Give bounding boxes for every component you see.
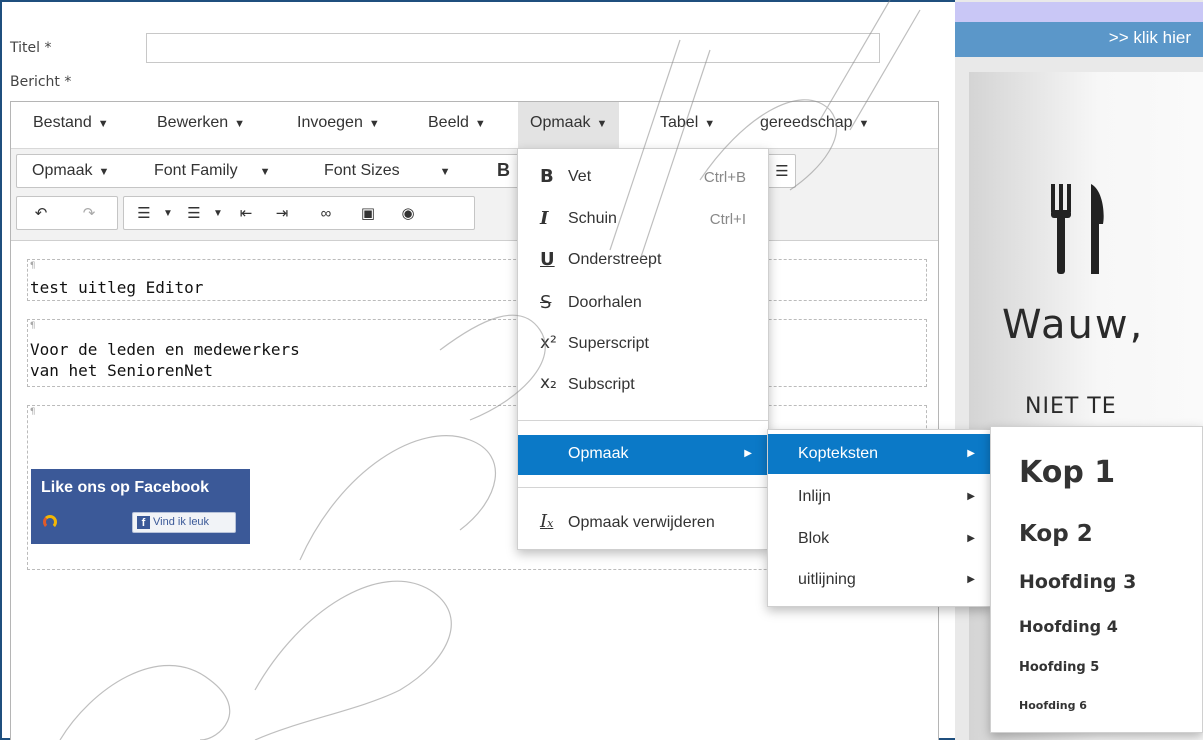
bullet-list-icon[interactable]: ☰ [132,202,156,226]
opmaak-submenu: Kopteksten ▶ Inlijn ▶ Blok ▶ uitlijning … [767,429,992,607]
heading-5-option[interactable]: Hoofding 5 [1019,660,1099,675]
klik-hier-link[interactable]: >> klik hier [1109,28,1191,48]
image-icon[interactable]: ▣ [356,202,380,226]
align-justify-icon[interactable]: ☰ [770,160,794,184]
outdent-icon[interactable]: ⇤ [234,202,258,226]
facebook-like-box: Like ons op Facebook f Vind ik leuk [31,469,250,544]
menu-tabel[interactable]: Tabel ▼ [660,114,715,132]
undo-icon[interactable]: ↶ [29,202,53,226]
paragraph-block[interactable]: ¶ Voor de leden en medewerkers van het S… [27,319,927,387]
bullet-list-dropdown-icon[interactable]: ▼ [156,202,180,226]
menu-item-opmaak-verwijderen[interactable]: Ix Opmaak verwijderen [518,505,768,543]
heading-6-option[interactable]: Hoofding 6 [1019,699,1087,712]
paragraph-marker-icon: ¶ [30,407,36,417]
heading-1-option[interactable]: Kop 1 [1019,455,1115,490]
history-group: ↶ ↷ [16,196,118,230]
menu-opmaak[interactable]: Opmaak ▼ [518,102,620,148]
menu-item-vet[interactable]: B Vet Ctrl+B [518,157,768,195]
menu-item-schuin[interactable]: I Schuin Ctrl+I [518,199,768,237]
rich-text-editor: Bestand ▼ Bewerken ▼ Invoegen ▼ Beeld ▼ Opma… [10,101,939,740]
heading-2-option[interactable]: Kop 2 [1019,521,1093,547]
paragraph-marker-icon: ¶ [30,261,36,271]
editor-menubar: Bestand ▼ Bewerken ▼ Invoegen ▼ Beeld ▼ Opma… [11,102,938,149]
heading-3-option[interactable]: Hoofding 3 [1019,571,1136,593]
chevron-right-icon: ▶ [967,491,975,502]
sidebar-top-strip [955,2,1203,22]
menu-item-onderstreept[interactable]: U Onderstreept [518,241,768,279]
preview-eye-icon[interactable]: ◉ [396,202,420,226]
menu-item-doorhalen[interactable]: S Doorhalen [518,283,768,321]
paragraph-text: test uitleg Editor [30,278,204,297]
menu-separator [518,420,768,421]
kopteksten-submenu: Kop 1 Kop 2 Hoofding 3 Hoofding 4 Hoofdi… [990,426,1203,733]
chevron-right-icon: ▶ [967,533,975,544]
submenu-item-inlijn[interactable]: Inlijn ▶ [768,478,991,516]
menu-bewerken[interactable]: Bewerken ▼ [157,114,245,132]
facebook-like-button[interactable]: f Vind ik leuk [132,512,236,533]
superscript-icon: x² [540,333,557,353]
strikethrough-icon: S [540,292,552,313]
opmaak-dropdown-menu: B Vet Ctrl+B I Schuin Ctrl+I U Onderstre… [517,148,769,550]
titel-input[interactable] [146,33,880,63]
chevron-right-icon: ▶ [967,574,975,585]
font-size-select[interactable]: Font Sizes ▼ [324,162,450,180]
facebook-icon: f [137,516,150,529]
redo-icon[interactable]: ↷ [77,202,101,226]
paragraph-text-line2: van het SeniorenNet [30,361,214,380]
chevron-right-icon: ▶ [744,448,752,459]
menu-item-superscript[interactable]: x² Superscript [518,325,768,363]
menu-item-opmaak-submenu[interactable]: Opmaak ▶ [518,435,768,475]
submenu-item-kopteksten[interactable]: Kopteksten ▶ [768,434,991,474]
numbered-list-dropdown-icon[interactable]: ▼ [206,202,230,226]
menu-separator [518,487,768,488]
numbered-list-icon[interactable]: ☰ [182,202,206,226]
seniorennet-logo-icon [43,515,57,529]
bold-button[interactable]: B [497,160,510,181]
menu-invoegen[interactable]: Invoegen ▼ [297,114,380,132]
chevron-right-icon: ▶ [967,448,975,459]
heading-4-option[interactable]: Hoofding 4 [1019,617,1118,636]
underline-icon: U [540,249,555,270]
paragraph-marker-icon: ¶ [30,321,36,331]
menu-gereedschap[interactable]: gereedschap ▼ [760,114,869,132]
bericht-label: Bericht * [10,74,72,90]
submenu-item-blok[interactable]: Blok ▶ [768,520,991,558]
titel-label: Titel * [10,40,52,56]
submenu-item-uitlijning[interactable]: uitlijning ▶ [768,562,991,600]
menu-beeld[interactable]: Beeld ▼ [428,114,486,132]
ad-subtext: NIET TE [1025,394,1117,419]
paragraph-text-line1: Voor de leden en medewerkers [30,340,300,359]
menu-item-subscript[interactable]: x₂ Subscript [518,367,768,405]
subscript-icon: x₂ [540,373,557,393]
link-icon[interactable]: ∞ [314,202,338,226]
paragraph-block[interactable]: ¶ test uitleg Editor [27,259,927,301]
font-family-select[interactable]: Font Family ▼ [154,162,270,180]
facebook-like-title: Like ons op Facebook [41,479,210,496]
sidebar-link-bar: >> klik hier [955,22,1203,57]
bold-icon: B [540,166,554,187]
indent-icon[interactable]: ⇥ [270,202,294,226]
fork-knife-icon [1051,184,1104,274]
clear-formatting-icon: Ix [540,511,554,532]
format-select-group: Opmaak ▼ Font Family ▼ Font Sizes ▼ B [16,154,536,188]
menu-bestand[interactable]: Bestand ▼ [33,114,109,132]
format-select[interactable]: Opmaak ▼ [32,162,109,180]
align-group: ☰ [766,154,796,188]
italic-icon: I [540,208,549,229]
editor-toolbar: Opmaak ▼ Font Family ▼ Font Sizes ▼ B ☰ ↶ ↷… [11,149,938,241]
list-group: ☰ ▼ ☰ ▼ ⇤ ⇥ ∞ ▣ ◉ [123,196,475,230]
ad-headline: Wauw, [1002,302,1145,348]
